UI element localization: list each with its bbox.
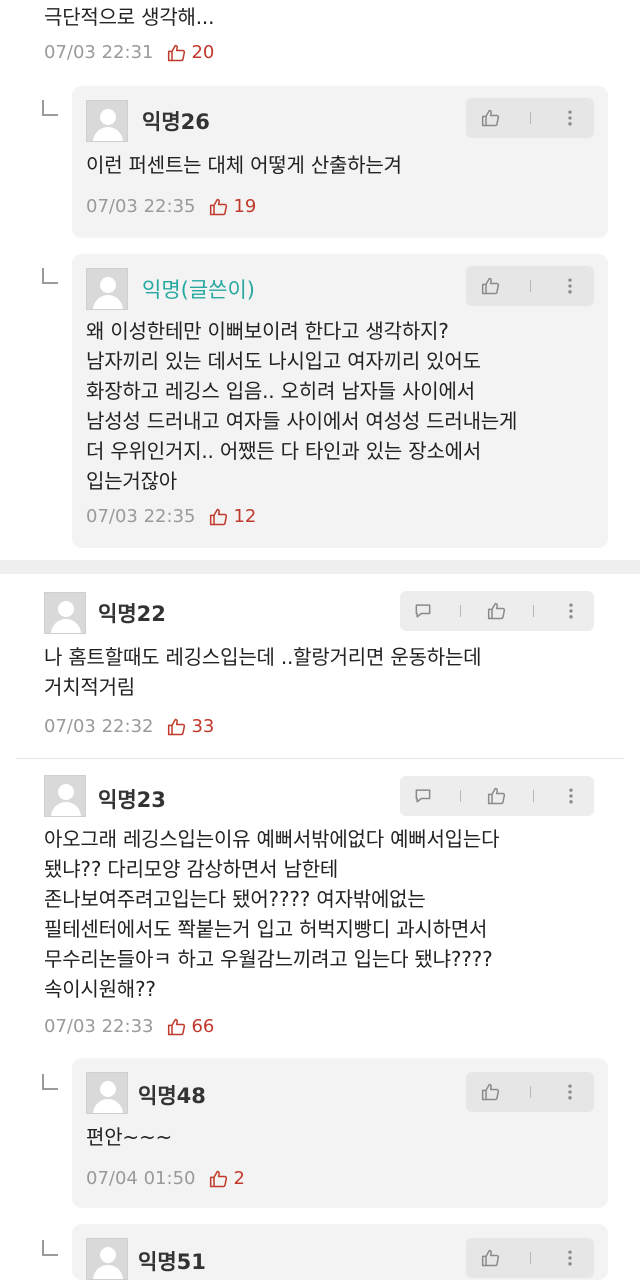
thumbs-up-icon[interactable] bbox=[481, 276, 501, 296]
like-count-value: 20 bbox=[191, 42, 215, 63]
reply-bubble-icon[interactable] bbox=[413, 601, 433, 621]
like-count-value: 66 bbox=[191, 1016, 215, 1037]
comment-date: 07/03 22:31 bbox=[44, 42, 154, 63]
comment-author: 익명48 bbox=[138, 1084, 206, 1108]
section-divider bbox=[0, 560, 640, 574]
like-count[interactable]: 33 bbox=[167, 716, 214, 737]
thumbs-up-icon bbox=[209, 1169, 229, 1189]
like-count-value: 33 bbox=[191, 716, 215, 737]
thumbs-up-icon[interactable] bbox=[481, 108, 501, 128]
reply-card: 익명51 bbox=[72, 1224, 608, 1280]
comment-date: 07/03 22:32 bbox=[44, 716, 154, 737]
reply-arrow-icon bbox=[42, 268, 58, 284]
avatar bbox=[44, 775, 86, 817]
comment-text: 편안~~~ bbox=[86, 1125, 173, 1149]
comment-meta: 07/03 22:33 66 bbox=[44, 1016, 214, 1037]
comment-actions bbox=[466, 1072, 594, 1112]
comment-actions bbox=[466, 266, 594, 306]
comment-actions bbox=[400, 591, 594, 631]
comment-author: 익명26 bbox=[142, 110, 210, 134]
like-count-value: 19 bbox=[233, 196, 257, 217]
avatar bbox=[86, 1072, 128, 1114]
like-count-value: 12 bbox=[233, 506, 257, 527]
like-count[interactable]: 20 bbox=[167, 42, 214, 63]
comment-text: 아오그래 레깅스입는이유 예뻐서밖에없다 예뻐서입는다 됐냐?? 다리모양 감상… bbox=[44, 827, 500, 1001]
reply-arrow-icon bbox=[42, 1240, 58, 1256]
like-count[interactable]: 12 bbox=[209, 506, 256, 527]
comment-text: 나 홈트할때도 레깅스입는데 ..할랑거리면 운동하는데 거치적거림 bbox=[44, 645, 482, 699]
comment-meta: 07/03 22:35 19 bbox=[86, 196, 256, 217]
avatar bbox=[44, 592, 86, 634]
comment-meta: 07/03 22:31 20 bbox=[44, 42, 214, 63]
avatar bbox=[86, 268, 128, 310]
comment-author: 익명51 bbox=[138, 1250, 206, 1274]
comment-actions bbox=[400, 776, 594, 816]
comment-actions bbox=[466, 98, 594, 138]
comment-date: 07/03 22:33 bbox=[44, 1016, 154, 1037]
like-count-value: 2 bbox=[233, 1168, 245, 1189]
comment-text: 극단적으로 생각해... bbox=[44, 5, 215, 29]
avatar bbox=[86, 100, 128, 142]
comment-meta: 07/04 01:50 2 bbox=[86, 1168, 245, 1189]
reply-arrow-icon bbox=[42, 100, 58, 116]
comment-text: 이런 퍼센트는 대체 어떻게 산출하는겨 bbox=[86, 153, 402, 177]
comment-date: 07/03 22:35 bbox=[86, 196, 196, 217]
comment-date: 07/04 01:50 bbox=[86, 1168, 196, 1189]
more-icon[interactable] bbox=[560, 1082, 580, 1102]
thumbs-up-icon[interactable] bbox=[481, 1082, 501, 1102]
thumbs-up-icon bbox=[209, 507, 229, 527]
more-icon[interactable] bbox=[560, 108, 580, 128]
thumbs-up-icon[interactable] bbox=[487, 601, 507, 621]
reply-arrow-icon bbox=[42, 1074, 58, 1090]
comment-author: 익명23 bbox=[98, 788, 166, 812]
reply-card: 익명26 이런 퍼센트는 대체 어떻게 산출하는겨 07/03 22:35 19 bbox=[72, 86, 608, 238]
like-count[interactable]: 19 bbox=[209, 196, 256, 217]
comment-meta: 07/03 22:35 12 bbox=[86, 506, 256, 527]
comment-author: 익명(글쓴이) bbox=[142, 278, 255, 302]
more-icon[interactable] bbox=[561, 601, 581, 621]
comment-author: 익명22 bbox=[98, 602, 166, 626]
reply-card: 익명(글쓴이) 왜 이성한테만 이뻐보이려 한다고 생각하지? 남자끼리 있는 … bbox=[72, 254, 608, 548]
comment-text: 왜 이성한테만 이뻐보이려 한다고 생각하지? 남자끼리 있는 데서도 나시입고… bbox=[86, 319, 518, 493]
thumbs-up-icon bbox=[167, 717, 187, 737]
thumbs-up-icon bbox=[209, 197, 229, 217]
more-icon[interactable] bbox=[560, 1248, 580, 1268]
reply-bubble-icon[interactable] bbox=[413, 786, 433, 806]
thumbs-up-icon bbox=[167, 43, 187, 63]
comment-meta: 07/03 22:32 33 bbox=[44, 716, 214, 737]
like-count[interactable]: 66 bbox=[167, 1016, 214, 1037]
reply-card: 익명48 편안~~~ 07/04 01:50 2 bbox=[72, 1058, 608, 1208]
thumbs-up-icon[interactable] bbox=[487, 786, 507, 806]
avatar bbox=[86, 1238, 128, 1280]
comment-actions bbox=[466, 1238, 594, 1278]
comment-divider bbox=[16, 758, 624, 759]
comment-date: 07/03 22:35 bbox=[86, 506, 196, 527]
more-icon[interactable] bbox=[561, 786, 581, 806]
more-icon[interactable] bbox=[560, 276, 580, 296]
thumbs-up-icon bbox=[167, 1017, 187, 1037]
thumbs-up-icon[interactable] bbox=[481, 1248, 501, 1268]
like-count[interactable]: 2 bbox=[209, 1168, 245, 1189]
